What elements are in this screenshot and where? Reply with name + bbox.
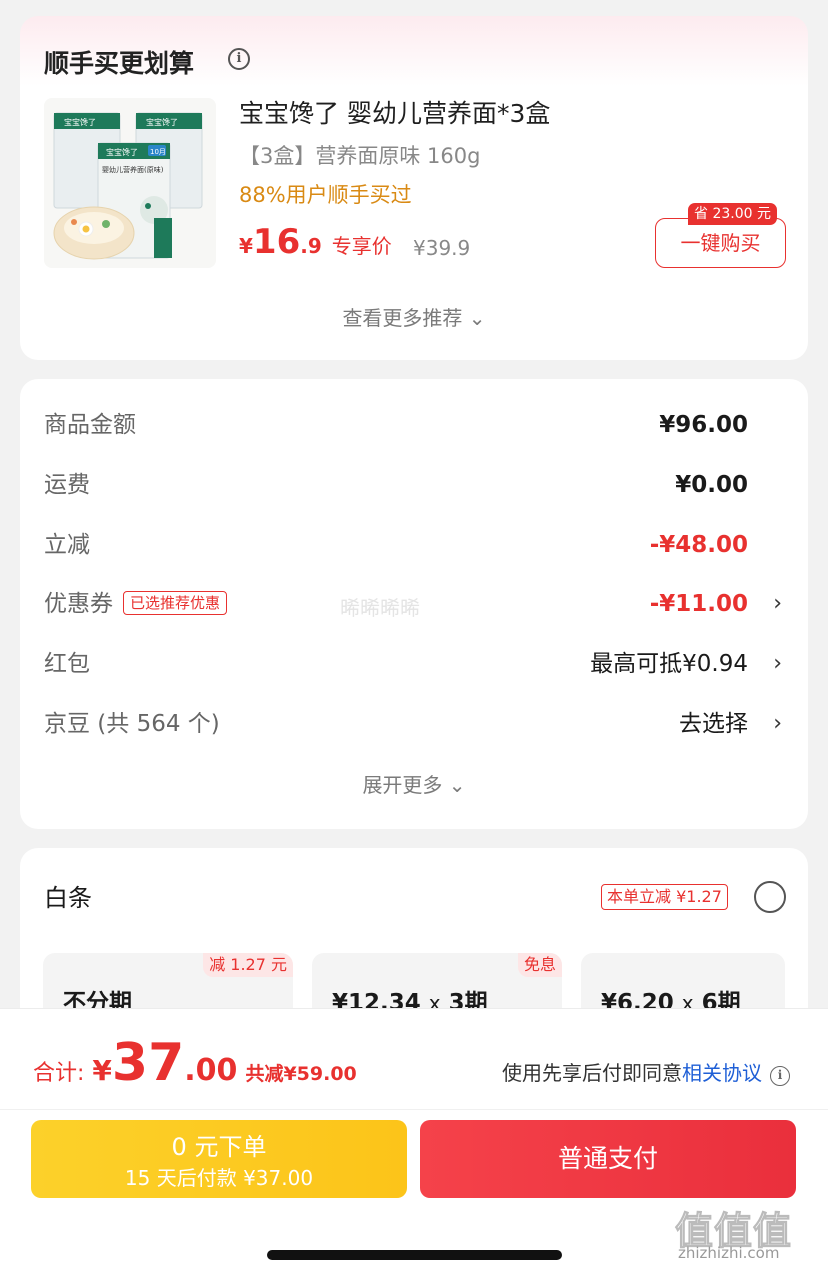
pay-later-subtitle: 15 天后付款 ¥37.00 [124, 1166, 314, 1190]
total-currency: ¥ [92, 1054, 112, 1087]
baitiao-radio[interactable] [754, 881, 786, 913]
coupon-label-wrap: 优惠券 已选推荐优惠 [44, 587, 228, 621]
info-icon[interactable]: i [770, 1066, 790, 1086]
exclusive-price: ¥16.9 专享价 [239, 222, 392, 262]
total-integer: 37 [111, 1033, 185, 1093]
total-decimal: .00 [184, 1053, 238, 1088]
red-packet-row[interactable]: 红包 最高可抵¥0.94 › [44, 647, 784, 681]
jd-beans-label: 京豆 (共 564 个) [44, 711, 220, 737]
chevron-right-icon[interactable]: › [773, 647, 782, 681]
price-integer: 16 [252, 222, 301, 262]
agreement-text: 使用先享后付即同意 [502, 1061, 682, 1085]
site-watermark-url: zhizhizhi.com [678, 1244, 780, 1262]
red-packet-label: 红包 [44, 651, 90, 677]
image-pack-text: 婴幼儿营养面(原味) [102, 165, 164, 174]
agreement-note: 使用先享后付即同意相关协议 i [502, 1057, 790, 1086]
total-label: 合计: [33, 1061, 85, 1086]
divider [0, 1109, 828, 1110]
save-badge: 省 23.00 元 [688, 203, 777, 225]
shipping-value: ¥0.00 [675, 472, 748, 498]
shipping-label: 运费 [44, 472, 90, 498]
instant-discount-label: 立减 [44, 532, 90, 558]
red-packet-value: 最高可抵¥0.94 [590, 651, 748, 677]
total-reduction: 共减¥59.00 [245, 1063, 357, 1085]
price-currency: ¥ [239, 234, 253, 258]
image-brand-text-1: 宝宝馋了 [64, 117, 96, 127]
price-label: 专享价 [331, 234, 392, 258]
coupon-value: -¥11.00 [649, 591, 748, 617]
product-spec: 【3盒】营养面原味 160g [239, 144, 481, 168]
original-price: ¥39.9 [413, 236, 471, 260]
jd-beans-value: 去选择 [679, 711, 748, 737]
watermark-text: 晞晞晞晞 [340, 596, 420, 620]
product-name[interactable]: 宝宝馋了 婴幼儿营养面*3盒 [239, 94, 550, 130]
product-image[interactable]: 宝宝馋了 宝宝馋了 宝宝馋了 10月 婴幼儿营养面(原味) [44, 98, 216, 268]
instant-discount-value: -¥48.00 [649, 532, 748, 558]
goods-amount-label: 商品金额 [44, 412, 136, 438]
recommend-title: 顺手买更划算 [44, 49, 195, 78]
pay-later-button[interactable]: 0 元下单 15 天后付款 ¥37.00 [31, 1120, 407, 1198]
more-recommendations-link[interactable]: 查看更多推荐 ⌄ [20, 302, 808, 331]
shipping-row: 运费 ¥0.00 [44, 468, 784, 502]
jd-beans-row[interactable]: 京豆 (共 564 个) 去选择 › [44, 707, 784, 741]
order-total: 合计: ¥37.00 共减¥59.00 [33, 1033, 357, 1093]
goods-amount-row: 商品金额 ¥96.00 [44, 408, 784, 442]
plan-tag: 减 1.27 元 [203, 953, 293, 977]
goods-amount-value: ¥96.00 [659, 412, 748, 438]
buyers-note: 88%用户顺手买过 [239, 183, 412, 207]
chevron-right-icon[interactable]: › [773, 707, 782, 741]
coupon-recommended-tag: 已选推荐优惠 [123, 591, 228, 615]
baitiao-title: 白条 [44, 884, 92, 912]
baitiao-discount-tag: 本单立减 ¥1.27 [601, 884, 728, 910]
agreement-link[interactable]: 相关协议 [682, 1061, 762, 1085]
chevron-right-icon[interactable]: › [773, 587, 782, 621]
price-decimal: .9 [300, 234, 322, 258]
image-age-text: 10月 [150, 148, 166, 156]
one-click-buy-button[interactable]: 一键购买 [655, 218, 786, 268]
home-indicator[interactable] [267, 1250, 562, 1260]
pay-later-title: 0 元下单 [171, 1133, 267, 1161]
coupon-label: 优惠券 [44, 591, 113, 617]
image-brand-text-3: 宝宝馋了 [106, 147, 138, 157]
instant-discount-row: 立减 -¥48.00 [44, 528, 784, 562]
recommend-card: 顺手买更划算 i 宝宝馋了 宝宝馋了 宝宝馋了 10月 婴幼儿营养面(原味) 宝… [20, 16, 808, 360]
normal-pay-button[interactable]: 普通支付 [420, 1120, 796, 1198]
expand-more-link[interactable]: 展开更多 ⌄ [20, 769, 808, 798]
info-icon[interactable]: i [228, 48, 250, 70]
product-image-art: 宝宝馋了 宝宝馋了 宝宝馋了 10月 婴幼儿营养面(原味) [53, 112, 203, 260]
plan-tag: 免息 [517, 953, 562, 977]
image-brand-text-2: 宝宝馋了 [146, 117, 178, 127]
